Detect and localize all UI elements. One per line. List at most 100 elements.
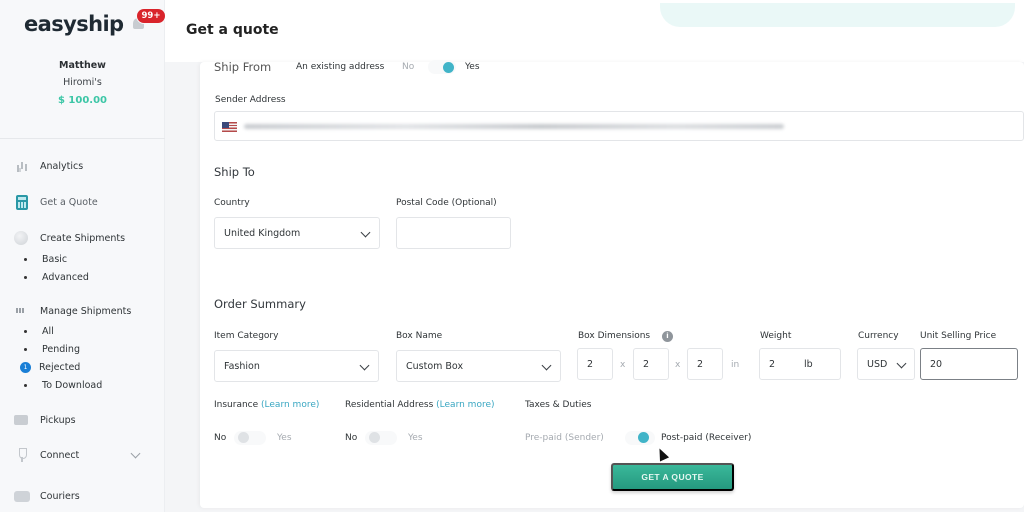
sidebar-subitem-label: To Download [42,379,103,391]
chevron-down-icon[interactable] [130,448,141,459]
us-flag-icon [222,122,237,132]
sidebar-item-pickups[interactable]: Pickups [14,411,76,429]
residential-label-text: Residential Address [345,400,434,410]
residential-label: Residential Address (Learn more) [345,400,495,410]
residential-yes[interactable]: Yes [408,433,423,443]
sidebar-subitem-all[interactable]: All [22,324,54,338]
top-banner [660,3,1015,27]
box-name-select[interactable]: Custom Box [396,350,561,382]
sidebar-item-label: Pickups [40,414,76,426]
sidebar-subitem-label: All [42,325,54,337]
analytics-icon [14,158,30,174]
notifications-button[interactable]: 99+ [128,9,165,31]
taxes-duties-label: Taxes & Duties [525,400,592,410]
info-icon[interactable]: i [662,331,673,342]
existing-address-no[interactable]: No [402,62,414,72]
postal-code-input[interactable] [396,217,511,249]
sidebar-subitem-advanced[interactable]: Advanced [22,270,89,284]
sidebar-item-get-a-quote[interactable]: Get a Quote [14,193,98,211]
sidebar-subitem-pending[interactable]: Pending [22,342,80,356]
sidebar-item-label: Couriers [40,490,80,502]
currency-value: USD [867,358,888,370]
sidebar-subitem-label: Pending [42,343,80,355]
calculator-icon [16,194,28,210]
chevron-down-icon [541,360,552,371]
toggle-knob [238,432,249,443]
sidebar-item-connect[interactable]: Connect [14,446,79,464]
sidebar-item-create-shipments[interactable]: Create Shipments [14,229,125,247]
insurance-learn-more-link[interactable]: (Learn more) [261,400,319,410]
taxes-postpaid-option[interactable]: Post-paid (Receiver) [661,433,751,443]
country-label: Country [214,198,250,208]
item-category-select[interactable]: Fashion [214,350,379,382]
currency-select[interactable]: USD [857,348,915,380]
order-summary-title: Order Summary [214,297,306,311]
user-company: Hiromi's [63,77,102,88]
sidebar-item-couriers[interactable]: Couriers [14,487,80,505]
residential-learn-more-link[interactable]: (Learn more) [436,400,494,410]
weight-label: Weight [760,331,792,341]
get-a-quote-button[interactable]: GET A QUOTE [611,463,734,491]
box-height-value: 2 [697,358,704,370]
country-select[interactable]: United Kingdom [214,217,380,249]
insurance-label: Insurance (Learn more) [214,400,319,410]
weight-unit: lb [804,358,813,370]
toggle-knob [443,62,454,73]
taxes-prepaid-option[interactable]: Pre-paid (Sender) [525,433,604,443]
item-category-value: Fashion [224,360,260,372]
rejected-count-badge: 1 [20,361,31,373]
sidebar-subitem-label: Basic [42,253,68,265]
item-category-label: Item Category [214,331,279,341]
residential-no[interactable]: No [345,433,357,443]
list-icon [14,303,30,319]
courier-icon [14,490,30,502]
box-name-value: Custom Box [406,360,464,372]
sidebar-subitem-basic[interactable]: Basic [22,252,67,266]
account-balance: $ 100.00 [57,95,108,106]
existing-address-label: An existing address [296,62,385,72]
insurance-yes[interactable]: Yes [277,433,292,443]
unit-price-input[interactable]: 20 [920,348,1018,380]
insurance-no[interactable]: No [214,433,226,443]
bullet-icon [24,257,27,261]
box-height-input[interactable]: 2 [687,348,723,380]
box-width-value: 2 [643,358,650,370]
dimension-separator: x [675,360,681,370]
plug-icon [14,447,30,463]
page-title: Get a quote [186,22,279,38]
sidebar-subitem-label: Rejected [39,361,81,373]
sidebar: easyship 99+ Matthew Hiromi's $ 100.00 A… [0,0,165,512]
sender-address-redacted [244,124,784,129]
bullet-icon [24,329,27,333]
sidebar-item-analytics[interactable]: Analytics [14,157,83,175]
sidebar-subitem-to-download[interactable]: To Download [22,378,102,392]
chevron-down-icon [359,360,370,371]
box-length-input[interactable]: 2 [577,348,613,380]
chevron-down-icon [360,227,371,238]
sidebar-subitem-rejected[interactable]: 1 Rejected [20,360,81,374]
box-width-input[interactable]: 2 [633,348,669,380]
user-info: Matthew Hiromi's $ 100.00 [0,60,165,106]
box-dimensions-label: Box Dimensions [578,331,651,341]
box-length-value: 2 [587,358,594,370]
box-name-label: Box Name [396,331,443,341]
existing-address-yes[interactable]: Yes [465,62,480,72]
sidebar-item-label: Analytics [40,160,84,172]
ship-to-title: Ship To [214,165,255,179]
dimension-unit: in [731,360,740,370]
unit-price-value: 20 [930,358,943,370]
truck-icon [14,415,28,425]
chevron-down-icon [896,358,907,369]
weight-input[interactable]: 2 lb [759,348,841,380]
sidebar-item-label: Get a Quote [40,196,98,208]
box-icon [14,231,28,245]
sidebar-subitem-label: Advanced [42,271,89,283]
sidebar-item-label: Connect [40,449,80,461]
sender-address-label: Sender Address [215,95,286,105]
logo[interactable]: easyship [24,9,124,39]
sidebar-item-manage-shipments[interactable]: Manage Shipments [14,302,131,320]
postal-code-label: Postal Code (Optional) [396,198,497,208]
ship-from-title: Ship From [214,60,272,74]
sidebar-item-label: Create Shipments [40,232,126,244]
user-name: Matthew [59,60,106,71]
